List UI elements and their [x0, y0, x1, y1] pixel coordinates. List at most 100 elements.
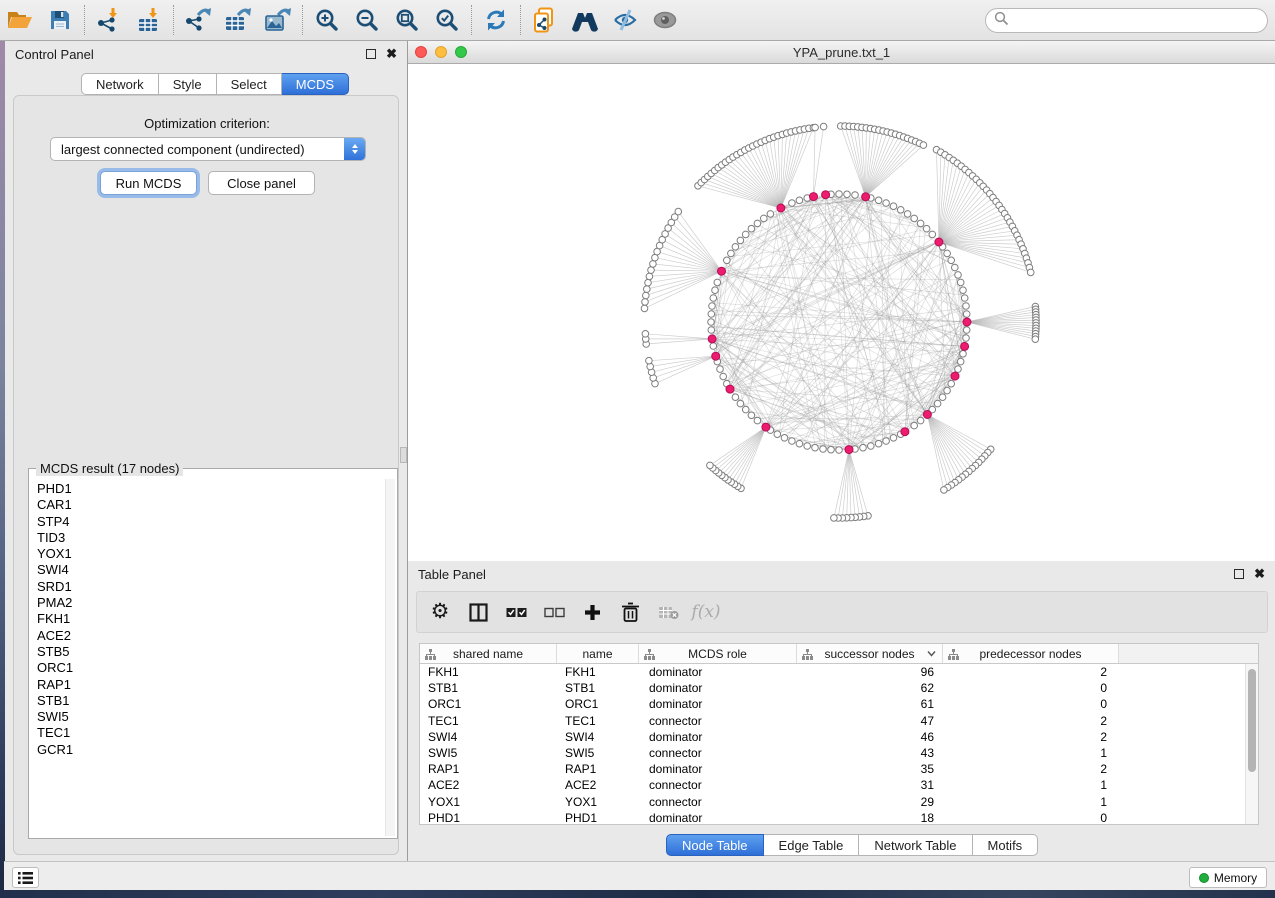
table-cell: 62: [797, 681, 943, 695]
close-panel-icon[interactable]: ✖: [386, 49, 397, 59]
mcds-result-item[interactable]: CAR1: [31, 497, 384, 513]
table-row[interactable]: FKH1FKH1dominator962: [420, 664, 1245, 680]
mcds-result-item[interactable]: TID3: [31, 530, 384, 546]
toolbar-separator: [520, 5, 521, 35]
table-toolbar: ⚙ f(x): [416, 591, 1268, 633]
table-row[interactable]: RAP1RAP1dominator352: [420, 761, 1245, 777]
zoom-fit-icon[interactable]: [387, 3, 427, 37]
control-panel: Control Panel ✖ Network Style Select MCD…: [5, 41, 407, 861]
mcds-result-item[interactable]: GCR1: [31, 742, 384, 758]
table-row[interactable]: SWI4SWI4dominator462: [420, 729, 1245, 745]
mcds-result-item[interactable]: PHD1: [31, 481, 384, 497]
column-label: shared name: [453, 647, 523, 661]
column-header[interactable]: shared name: [420, 644, 557, 663]
export-image-icon[interactable]: [258, 3, 298, 37]
binoculars-icon[interactable]: [565, 3, 605, 37]
select-all-icon[interactable]: [505, 601, 527, 623]
node-table[interactable]: shared name nameMCDS rolesuccessor nodesp…: [419, 643, 1259, 825]
tab-network[interactable]: Network: [81, 73, 159, 95]
mcds-result-item[interactable]: RAP1: [31, 677, 384, 693]
table-cell: RAP1: [420, 762, 557, 776]
tab-network-table[interactable]: Network Table: [859, 834, 972, 856]
zoom-out-icon[interactable]: [347, 3, 387, 37]
import-table-icon[interactable]: [129, 3, 169, 37]
mcds-result-item[interactable]: STP4: [31, 514, 384, 530]
table-row[interactable]: ORC1ORC1dominator610: [420, 696, 1245, 712]
network-clone-icon[interactable]: [525, 3, 565, 37]
tab-node-table[interactable]: Node Table: [666, 834, 764, 856]
add-column-icon[interactable]: [581, 601, 603, 623]
gear-icon[interactable]: ⚙: [429, 601, 451, 623]
memory-status-icon: [1199, 873, 1209, 883]
export-table-icon[interactable]: [218, 3, 258, 37]
export-network-icon[interactable]: [178, 3, 218, 37]
column-header[interactable]: name: [557, 644, 639, 663]
panel-menu-button[interactable]: [12, 867, 39, 888]
mcds-result-item[interactable]: STB5: [31, 644, 384, 660]
save-session-icon[interactable]: [40, 3, 80, 37]
mcds-result-item[interactable]: STB1: [31, 693, 384, 709]
tab-style[interactable]: Style: [159, 73, 217, 95]
search-input[interactable]: [1009, 11, 1267, 31]
table-cell: SWI5: [420, 746, 557, 760]
table-row[interactable]: STB1STB1dominator620: [420, 680, 1245, 696]
table-cell: TEC1: [420, 714, 557, 728]
optimization-criterion-select[interactable]: largest connected component (undirected): [50, 137, 366, 161]
hide-eye-icon[interactable]: [605, 3, 645, 37]
table-row[interactable]: PHD1PHD1dominator180: [420, 810, 1245, 824]
tab-edge-table[interactable]: Edge Table: [764, 834, 860, 856]
float-window-icon[interactable]: [1234, 569, 1244, 579]
memory-button[interactable]: Memory: [1189, 867, 1267, 888]
table-cell: ACE2: [420, 778, 557, 792]
network-window-titlebar[interactable]: YPA_prune.txt_1: [408, 41, 1275, 64]
mcds-result-item[interactable]: PMA2: [31, 595, 384, 611]
open-file-icon[interactable]: [0, 3, 40, 37]
mcds-tab-content: Optimization criterion: largest connecte…: [13, 95, 399, 855]
column-header[interactable]: MCDS role: [639, 644, 797, 663]
close-panel-button[interactable]: Close panel: [208, 171, 315, 195]
table-cell: STB1: [420, 681, 557, 695]
float-window-icon[interactable]: [366, 49, 376, 59]
tab-mcds[interactable]: MCDS: [282, 73, 349, 95]
mcds-result-item[interactable]: YOX1: [31, 546, 384, 562]
run-mcds-button[interactable]: Run MCDS: [100, 171, 197, 195]
zoom-selected-icon[interactable]: [427, 3, 467, 37]
table-vertical-scrollbar[interactable]: [1245, 664, 1258, 824]
close-panel-icon[interactable]: ✖: [1254, 569, 1265, 579]
table-row[interactable]: YOX1YOX1connector291: [420, 794, 1245, 810]
zoom-in-icon[interactable]: [307, 3, 347, 37]
mcds-result-item[interactable]: ACE2: [31, 628, 384, 644]
table-cell: ORC1: [420, 697, 557, 711]
delete-column-icon[interactable]: [619, 601, 641, 623]
mcds-list-scrollbar[interactable]: [385, 479, 395, 836]
mcds-result-item[interactable]: FKH1: [31, 611, 384, 627]
show-eye-icon[interactable]: [645, 3, 685, 37]
table-row[interactable]: ACE2ACE2connector311: [420, 777, 1245, 793]
column-header[interactable]: predecessor nodes: [943, 644, 1119, 663]
table-row[interactable]: SWI5SWI5connector431: [420, 745, 1245, 761]
toolbar-separator: [471, 5, 472, 35]
refresh-icon[interactable]: [476, 3, 516, 37]
mcds-result-item[interactable]: SRD1: [31, 579, 384, 595]
scrollbar-thumb[interactable]: [1248, 669, 1256, 772]
column-header[interactable]: successor nodes: [797, 644, 943, 663]
tab-motifs[interactable]: Motifs: [973, 834, 1039, 856]
mcds-result-item[interactable]: TEC1: [31, 725, 384, 741]
table-row[interactable]: TEC1TEC1connector472: [420, 713, 1245, 729]
table-cell: SWI4: [557, 730, 639, 744]
table-cell: 43: [797, 746, 943, 760]
desktop-wallpaper-strip: [0, 890, 1275, 898]
mcds-result-item[interactable]: SWI4: [31, 562, 384, 578]
search-box[interactable]: [985, 8, 1268, 33]
vertical-splitter-handle[interactable]: [400, 447, 407, 463]
table-cell: PHD1: [420, 811, 557, 824]
column-layout-icon[interactable]: [467, 601, 489, 623]
mcds-result-list[interactable]: PHD1CAR1STP4TID3YOX1SWI4SRD1PMA2FKH1ACE2…: [31, 481, 384, 836]
mcds-result-item[interactable]: SWI5: [31, 709, 384, 725]
network-canvas[interactable]: [408, 64, 1275, 560]
table-cell: TEC1: [557, 714, 639, 728]
tab-select[interactable]: Select: [217, 73, 282, 95]
mcds-result-item[interactable]: ORC1: [31, 660, 384, 676]
import-network-icon[interactable]: [89, 3, 129, 37]
deselect-all-icon[interactable]: [543, 601, 565, 623]
